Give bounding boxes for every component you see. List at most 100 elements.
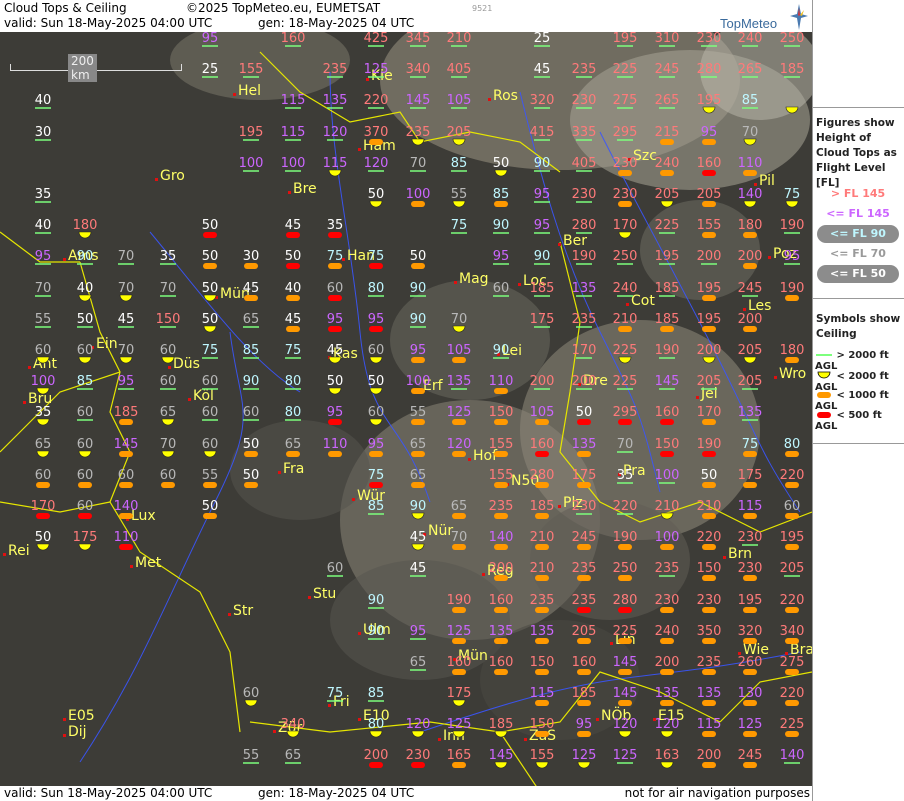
- cloud-top-value: 180: [780, 343, 805, 358]
- ceiling-lt1000-symbol: [743, 638, 757, 644]
- compass-star-icon: [790, 4, 808, 30]
- cloud-top-value: 45: [285, 312, 302, 327]
- footer-valid: valid: Sun 18-May-2025 04:00 UTC: [4, 786, 213, 800]
- ceiling-lt1000-symbol: [785, 607, 799, 613]
- valid-time: valid: Sun 18-May-2025 04:00 UTC: [4, 16, 213, 30]
- footer: valid: Sun 18-May-2025 04:00 UTC gen: 18…: [0, 786, 812, 801]
- cloud-top-value: 230: [697, 593, 722, 608]
- cloud-top-value: 135: [572, 281, 597, 296]
- cloud-top-value: 180: [738, 218, 763, 233]
- cloud-top-value: 35: [35, 187, 52, 202]
- cloud-top-value: 160: [281, 32, 306, 46]
- cloud-top-value: 245: [738, 748, 763, 763]
- symbol-lt1000: < 1000 ft AGL: [815, 390, 904, 412]
- cloud-top-value: 110: [738, 156, 763, 171]
- ceiling-lt500-symbol: [119, 544, 133, 550]
- cloud-top-value: 200: [572, 374, 597, 389]
- cloud-top-value: 85: [493, 187, 510, 202]
- ceiling-lt1000-symbol: [535, 513, 549, 519]
- cloud-top-value: 120: [447, 437, 472, 452]
- cloud-top-value: 50: [493, 156, 510, 171]
- ceiling-lt1000-symbol: [702, 638, 716, 644]
- cloud-top-value: 230: [572, 93, 597, 108]
- cloud-top-value: 275: [780, 655, 805, 670]
- ceiling-lt1000-symbol: [785, 357, 799, 363]
- cloud-top-value: 160: [697, 156, 722, 171]
- ceiling-lt1000-symbol: [286, 451, 300, 457]
- cloud-top-value: 65: [160, 405, 177, 420]
- ceiling-lt1000-symbol: [785, 669, 799, 675]
- cloud-top-value: 95: [701, 125, 718, 140]
- cloud-top-value: 120: [323, 125, 348, 140]
- ceiling-lt1000-symbol: [577, 669, 591, 675]
- cloud-top-value: 60: [35, 468, 52, 483]
- cloud-top-value: 70: [118, 281, 135, 296]
- topmeteo-logo[interactable]: TopMeteo: [720, 4, 810, 32]
- ceiling-lt1000-symbol: [577, 451, 591, 457]
- cloud-top-value: 145: [114, 437, 139, 452]
- cloud-top-value: 50: [202, 249, 219, 264]
- ceiling-lt1000-symbol: [577, 575, 591, 581]
- cloud-top-value: 80: [368, 281, 385, 296]
- cloud-top-value: 95: [410, 624, 427, 639]
- cloud-top-value: 75: [451, 218, 468, 233]
- ceiling-lt2000-symbol: [411, 730, 425, 738]
- city-marker: [3, 553, 6, 556]
- ceiling-lt1000-symbol: [535, 638, 549, 644]
- half-circle-icon: [817, 371, 831, 379]
- ceiling-lt1000-symbol: [452, 544, 466, 550]
- cloud-top-value: 170: [572, 343, 597, 358]
- cloud-top-value: 60: [368, 405, 385, 420]
- cloud-top-value: 95: [327, 312, 344, 327]
- cloud-top-value: 220: [780, 686, 805, 701]
- ceiling-lt2000-symbol: [618, 730, 632, 738]
- ceiling-lt1000-symbol: [119, 482, 133, 488]
- cloud-top-value: 60: [77, 405, 94, 420]
- ceiling-lt1000-symbol: [411, 482, 425, 488]
- ceiling-lt2000-symbol: [36, 543, 50, 551]
- cloud-top-value: 200: [697, 748, 722, 763]
- cloud-top-value: 30: [35, 125, 52, 140]
- city-label: Ber: [563, 233, 587, 249]
- cloud-top-value: 150: [156, 312, 181, 327]
- cloud-top-value: 125: [364, 62, 389, 77]
- city-label: Brn: [728, 546, 752, 562]
- cloud-top-value: 210: [530, 561, 555, 576]
- cloud-top-value: 115: [281, 125, 306, 140]
- country-border: [79, 261, 241, 733]
- satellite-map[interactable]: Hel Kie Ros Gro Ham Bre Szc Pil Ber Ams Han Poz Mag L…: [0, 32, 812, 786]
- cloud-top-value: 185: [114, 405, 139, 420]
- cloud-top-value: 100: [655, 530, 680, 545]
- country-border: [0, 371, 121, 453]
- cloud-top-value: 90: [368, 624, 385, 639]
- cloud-top-value: 175: [572, 468, 597, 483]
- cloud-top-value: 35: [160, 249, 177, 264]
- city-label: Hel: [238, 83, 261, 99]
- city-marker: [482, 573, 485, 576]
- cloud-top-value: 145: [655, 374, 680, 389]
- ceiling-lt1000-symbol: [203, 482, 217, 488]
- ceiling-lt1000-symbol: [743, 513, 757, 519]
- city-label: Bre: [293, 181, 317, 197]
- city-label: Str: [233, 603, 253, 619]
- cloud-top-value: 235: [489, 499, 514, 514]
- cloud-top-value: 95: [35, 249, 52, 264]
- river-line: [79, 331, 244, 763]
- cloud-top-value: 230: [738, 561, 763, 576]
- cloud-top-value: 50: [701, 468, 718, 483]
- city-marker: [468, 458, 471, 461]
- cloud-top-value: 210: [697, 499, 722, 514]
- cloud-top-value: 55: [243, 748, 260, 763]
- city-marker: [188, 398, 191, 401]
- ceiling-lt2000-symbol: [743, 200, 757, 208]
- gen-time: gen: 18-May-2025 04 UTC: [258, 16, 415, 30]
- cloud-top-value: 60: [77, 499, 94, 514]
- cloud-top-value: 135: [323, 93, 348, 108]
- cloud-top-value: 115: [530, 686, 555, 701]
- cloud-top-value: 220: [780, 468, 805, 483]
- cloud-top-value: 210: [447, 32, 472, 46]
- map-canvas: HelKieRosGroHamBreSzcPilBerAms Han PozMag L…: [0, 32, 812, 786]
- cloud-top-value: 140: [780, 748, 805, 763]
- ceiling-lt2000-symbol: [369, 356, 383, 364]
- ceiling-lt500-symbol: [286, 263, 300, 269]
